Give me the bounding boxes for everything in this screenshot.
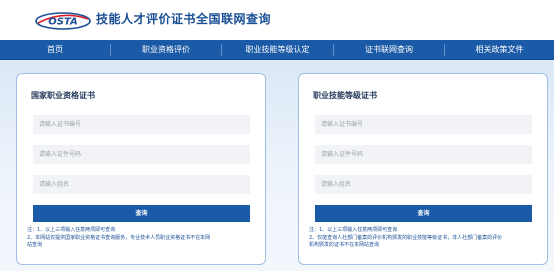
id-number-input[interactable] — [33, 145, 250, 164]
note-line: 注：1、以上三项输入任意两项即可查询 — [27, 227, 116, 233]
main-navbar: 首页 职业资格评价 职业技能等级认定 证书联网查询 相关政策文件 — [0, 40, 554, 60]
name-input[interactable] — [33, 175, 250, 194]
query-notes: 注：1、以上三项输入任意两项即可查询 2、仅能查询人社部门备案的评价机构颁发的职… — [309, 227, 543, 250]
card-title: 国家职业资格证书 — [31, 91, 95, 100]
note-line: 2、仅能查询人社部门备案的评价机构颁发的职业技能等级证书，非人社部门备案的评价 — [309, 234, 503, 241]
note-line: 机构颁发的证书不在本网站查询 — [309, 242, 380, 248]
note-line: 2、本网站仅提供国家职业资格证书查询服务，专业技术人员职业资格证书不在本网 — [27, 234, 211, 241]
certificate-number-input[interactable] — [315, 115, 532, 134]
note-line: 注：1、以上三项输入任意两项即可查询 — [309, 227, 398, 233]
logo-text: OSTA — [48, 17, 78, 28]
nav-item-qualification-evaluation[interactable]: 职业资格评价 — [111, 40, 221, 60]
osta-logo[interactable]: OSTA — [34, 9, 92, 31]
qualification-certificate-card: 国家职业资格证书 查询 注：1、以上三项输入任意两项即可查询 2、本网站仅提供国… — [16, 73, 266, 265]
nav-item-certificate-query[interactable]: 证书联网查询 — [334, 40, 444, 60]
card-title: 职业技能等级证书 — [313, 91, 377, 100]
site-title: 技能人才评价证书全国联网查询 — [96, 12, 272, 26]
name-input[interactable] — [315, 175, 532, 194]
nav-item-skill-level-certification[interactable]: 职业技能等级认定 — [222, 40, 333, 60]
query-button[interactable]: 查询 — [33, 205, 250, 222]
query-notes: 注：1、以上三项输入任意两项即可查询 2、本网站仅提供国家职业资格证书查询服务，… — [27, 227, 261, 250]
note-line: 站查询 — [27, 242, 43, 248]
query-button[interactable]: 查询 — [315, 205, 532, 222]
site-header: OSTA 技能人才评价证书全国联网查询 — [0, 0, 554, 40]
nav-item-home[interactable]: 首页 — [0, 40, 110, 60]
skill-level-certificate-card: 职业技能等级证书 查询 注：1、以上三项输入任意两项即可查询 2、仅能查询人社部… — [298, 73, 548, 265]
id-number-input[interactable] — [315, 145, 532, 164]
certificate-number-input[interactable] — [33, 115, 250, 134]
nav-item-policy-documents[interactable]: 相关政策文件 — [445, 40, 554, 60]
